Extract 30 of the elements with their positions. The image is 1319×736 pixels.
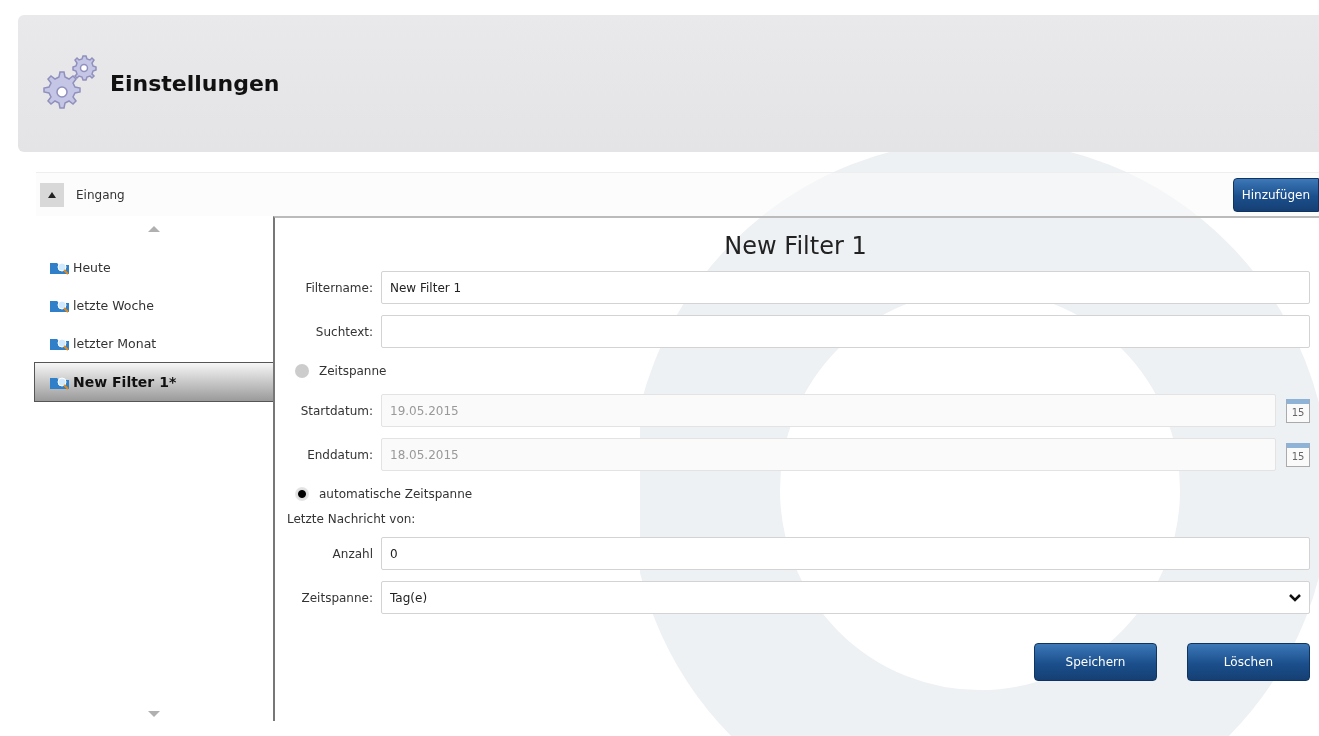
scroll-down-icon[interactable] — [148, 711, 160, 717]
radio-button[interactable] — [295, 487, 309, 501]
field-label: Filtername: — [304, 280, 374, 295]
field-label: Anzahl — [331, 546, 374, 561]
page-title: Einstellungen — [110, 71, 280, 96]
radio-label: automatische Zeitspanne — [319, 487, 473, 501]
field-label: Suchtext: — [314, 324, 374, 339]
chevron-down-icon — [1289, 593, 1301, 602]
add-button[interactable]: Hinzufügen — [1232, 177, 1319, 212]
delete-button[interactable]: Löschen — [1187, 643, 1310, 681]
input-field[interactable]: 0 — [381, 537, 1310, 570]
form-title: New Filter 1 — [723, 232, 868, 260]
field-label: Startdatum: — [299, 403, 374, 418]
field-label: Zeitspanne: — [300, 590, 374, 605]
field-label: Enddatum: — [306, 447, 374, 462]
save-button[interactable]: Speichern — [1034, 643, 1157, 681]
filter-item[interactable]: New Filter 1* — [34, 362, 274, 402]
filter-item[interactable]: Heute — [35, 248, 273, 286]
section-title: Eingang — [76, 187, 125, 202]
folder-search-icon — [49, 374, 71, 390]
input-field[interactable]: New Filter 1 — [381, 271, 1310, 304]
scroll-up-icon[interactable] — [148, 226, 160, 232]
dropdown[interactable]: Tag(e) — [381, 581, 1310, 614]
collapse-toggle[interactable] — [40, 182, 64, 207]
caret-up-icon — [48, 191, 56, 198]
radio-button[interactable] — [295, 364, 309, 378]
group-label: Letzte Nachricht von: — [287, 512, 416, 526]
radio-label: Zeitspanne — [319, 364, 387, 378]
filter-item[interactable]: letzte Woche — [35, 286, 273, 324]
filter-item[interactable]: letzter Monat — [35, 324, 273, 362]
